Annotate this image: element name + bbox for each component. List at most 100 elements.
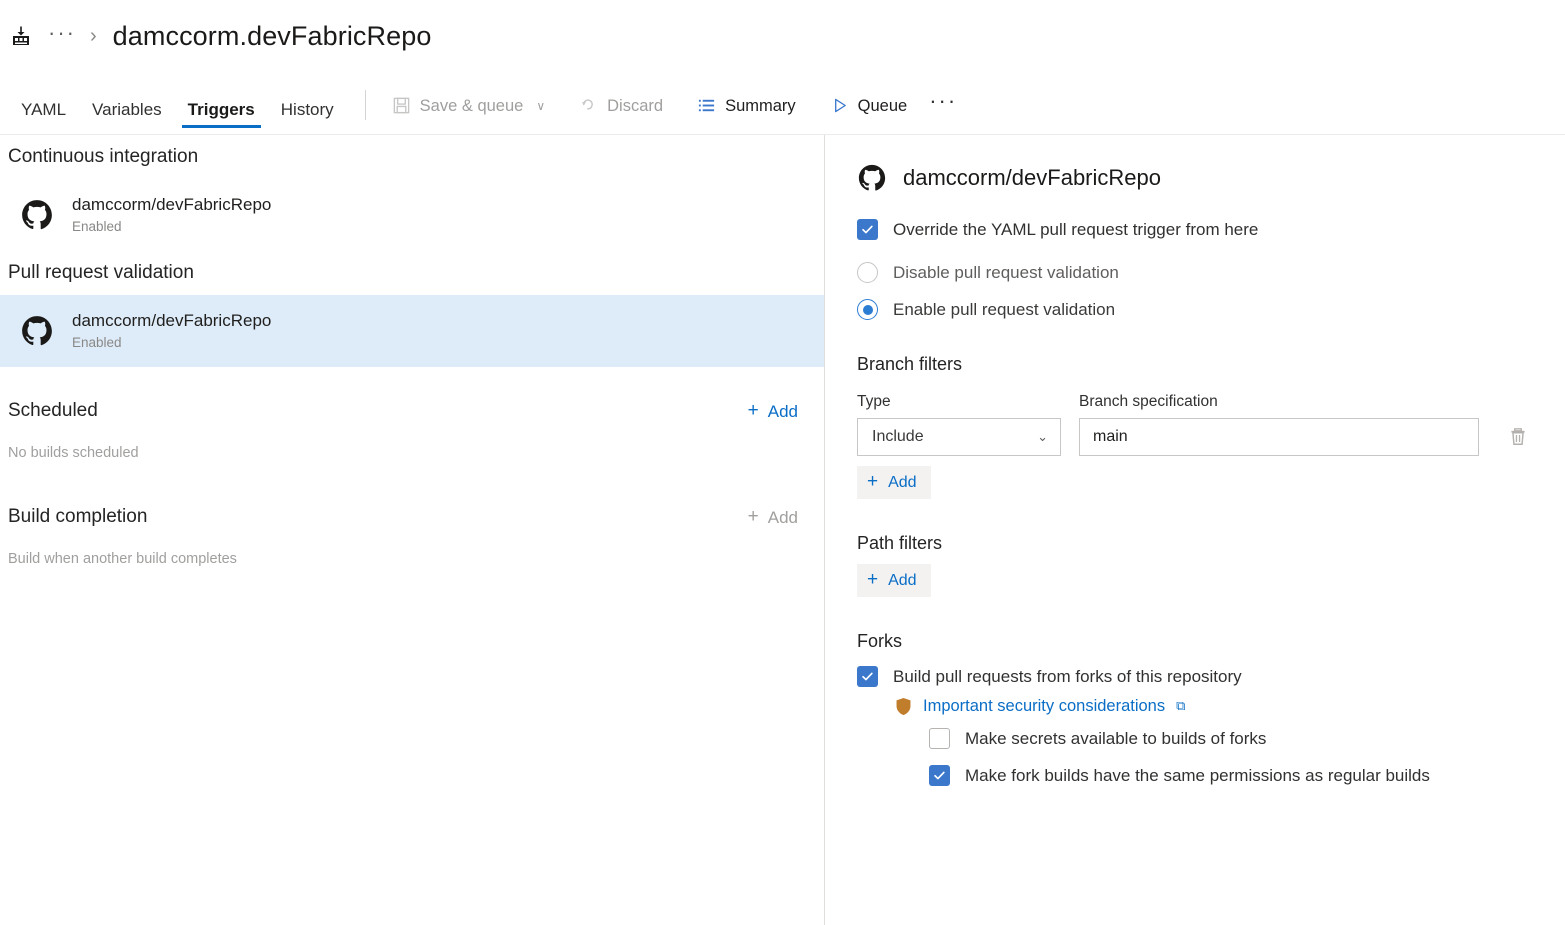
page-title: damccorm.devFabricRepo xyxy=(113,21,432,52)
shield-icon xyxy=(895,697,912,716)
forks-title: Forks xyxy=(857,631,1535,652)
fork-sub-options: Make secrets available to builds of fork… xyxy=(929,728,1535,786)
branch-specification-input[interactable] xyxy=(1079,418,1479,456)
trigger-item-ci-texts: damccorm/devFabricRepo Enabled xyxy=(72,195,271,234)
security-considerations-row: Important security considerations ⧉ xyxy=(895,697,1535,716)
checkbox-checked-icon xyxy=(857,666,878,687)
build-completion-section-title: Build completion xyxy=(8,506,147,528)
summary-button[interactable]: Summary xyxy=(689,92,804,119)
scheduled-section-title: Scheduled xyxy=(8,400,98,422)
section-scheduled: Scheduled + Add xyxy=(0,389,824,433)
save-icon xyxy=(392,96,411,115)
save-and-queue-button[interactable]: Save & queue ∨ xyxy=(384,92,553,119)
toolbar-actions: Save & queue ∨ Discard xyxy=(384,90,968,134)
checkbox-checked-icon xyxy=(929,765,950,786)
branch-filter-type-value: Include xyxy=(872,428,924,446)
breadcrumb-overflow[interactable]: ··· xyxy=(46,22,78,44)
radio-enable-pr-validation[interactable]: Enable pull request validation xyxy=(857,299,1535,320)
breadcrumb-chevron-icon: › xyxy=(90,26,97,46)
github-icon xyxy=(20,314,54,348)
trash-icon xyxy=(1507,426,1529,448)
override-yaml-trigger-checkbox[interactable]: Override the YAML pull request trigger f… xyxy=(857,219,1535,240)
section-pull-request-validation: Pull request validation xyxy=(0,251,824,295)
spacer xyxy=(0,461,824,495)
section-build-completion: Build completion + Add xyxy=(0,495,824,539)
add-scheduled-button[interactable]: + Add xyxy=(748,402,798,421)
security-considerations-link[interactable]: Important security considerations xyxy=(923,697,1165,716)
external-link-icon[interactable]: ⧉ xyxy=(1176,698,1185,714)
plus-icon: + xyxy=(748,401,759,420)
build-from-forks-label: Build pull requests from forks of this r… xyxy=(893,667,1242,687)
save-and-queue-label: Save & queue xyxy=(420,98,524,115)
validation-radio-group: Disable pull request validation Enable p… xyxy=(857,262,1535,320)
branch-filter-type-select[interactable]: Include ⌄ xyxy=(857,418,1061,456)
tab-list: YAML Variables Triggers History xyxy=(8,72,347,134)
play-icon xyxy=(830,96,849,115)
tab-history-label: History xyxy=(281,101,334,118)
trigger-item-ci-name: damccorm/devFabricRepo xyxy=(72,195,271,215)
add-path-filter-button[interactable]: + Add xyxy=(857,564,931,597)
plus-icon: + xyxy=(748,507,759,526)
path-filters-title: Path filters xyxy=(857,533,1535,554)
tab-yaml-label: YAML xyxy=(21,101,66,118)
tab-triggers-label: Triggers xyxy=(188,101,255,118)
add-path-filter-label: Add xyxy=(888,573,916,589)
branch-filters-title: Branch filters xyxy=(857,354,1535,375)
delete-branch-filter-button[interactable] xyxy=(1501,420,1535,454)
undo-icon xyxy=(579,96,598,115)
add-scheduled-label: Add xyxy=(768,403,798,420)
discard-label: Discard xyxy=(607,98,663,115)
tab-variables-label: Variables xyxy=(92,101,162,118)
pr-section-title: Pull request validation xyxy=(8,262,194,284)
discard-button[interactable]: Discard xyxy=(571,92,671,119)
trigger-details-panel: damccorm/devFabricRepo Override the YAML… xyxy=(825,135,1565,925)
trigger-item-pr-texts: damccorm/devFabricRepo Enabled xyxy=(72,311,271,350)
add-build-completion-button[interactable]: + Add xyxy=(748,508,798,527)
command-bar: YAML Variables Triggers History Save & q… xyxy=(0,72,1565,134)
add-branch-filter-button[interactable]: + Add xyxy=(857,466,931,499)
fork-same-permissions-checkbox[interactable]: Make fork builds have the same permissio… xyxy=(929,765,1535,786)
tab-yaml[interactable]: YAML xyxy=(8,72,79,134)
branch-filter-row: Include ⌄ xyxy=(857,418,1535,456)
tab-triggers[interactable]: Triggers xyxy=(175,72,268,134)
add-build-completion-label: Add xyxy=(768,509,798,526)
override-yaml-trigger-label: Override the YAML pull request trigger f… xyxy=(893,220,1258,240)
radio-disable-label: Disable pull request validation xyxy=(893,263,1119,283)
tab-history[interactable]: History xyxy=(268,72,347,134)
pipeline-icon[interactable] xyxy=(8,23,34,49)
build-from-forks-checkbox[interactable]: Build pull requests from forks of this r… xyxy=(857,666,1535,687)
branch-filter-column-headers: Type Branch specification xyxy=(857,393,1535,411)
triggers-list-panel: Continuous integration damccorm/devFabri… xyxy=(0,135,825,925)
radio-selected-icon xyxy=(857,299,878,320)
tab-variables[interactable]: Variables xyxy=(79,72,175,134)
make-secrets-available-checkbox[interactable]: Make secrets available to builds of fork… xyxy=(929,728,1535,749)
build-completion-empty-text: Build when another build completes xyxy=(0,539,824,567)
radio-unselected-icon xyxy=(857,262,878,283)
list-icon xyxy=(697,96,716,115)
fork-same-permissions-label: Make fork builds have the same permissio… xyxy=(965,766,1430,786)
plus-icon: + xyxy=(867,472,878,491)
make-secrets-available-label: Make secrets available to builds of fork… xyxy=(965,729,1266,749)
trigger-item-ci[interactable]: damccorm/devFabricRepo Enabled xyxy=(0,179,824,251)
trigger-item-pr-state: Enabled xyxy=(72,335,271,351)
radio-disable-pr-validation[interactable]: Disable pull request validation xyxy=(857,262,1535,283)
trigger-item-pr-name: damccorm/devFabricRepo xyxy=(72,311,271,331)
chevron-down-icon[interactable]: ∨ xyxy=(536,100,545,112)
toolbar-divider xyxy=(365,90,366,120)
github-icon xyxy=(20,198,54,232)
trigger-item-pr[interactable]: damccorm/devFabricRepo Enabled xyxy=(0,295,824,367)
radio-enable-label: Enable pull request validation xyxy=(893,300,1115,320)
checkbox-unchecked-icon xyxy=(929,728,950,749)
more-actions-button[interactable]: ··· xyxy=(919,90,967,120)
ci-section-title: Continuous integration xyxy=(8,146,198,168)
branch-filter-spec-header: Branch specification xyxy=(1079,393,1535,411)
repo-name: damccorm/devFabricRepo xyxy=(903,165,1161,191)
chevron-down-icon: ⌄ xyxy=(1037,429,1048,445)
checkbox-checked-icon xyxy=(857,219,878,240)
queue-label: Queue xyxy=(858,98,908,115)
branch-filter-type-header: Type xyxy=(857,393,1061,411)
queue-button[interactable]: Queue xyxy=(822,92,916,119)
breadcrumb: ··· › damccorm.devFabricRepo xyxy=(0,0,1565,72)
plus-icon: + xyxy=(867,570,878,589)
content-area: Continuous integration damccorm/devFabri… xyxy=(0,134,1565,925)
